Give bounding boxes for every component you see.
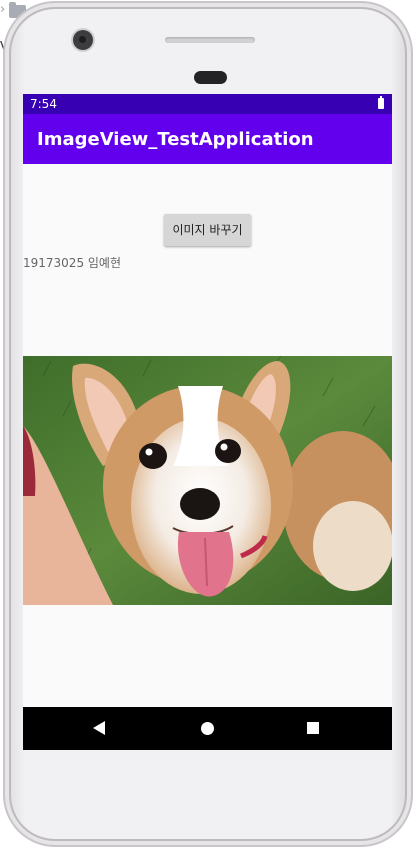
status-time: 7:54 <box>30 97 57 111</box>
device-screen: 7:54 ImageView_TestApplication 이미지 바꾸기 1… <box>23 94 392 750</box>
recents-icon[interactable] <box>307 722 319 734</box>
student-label: 19173025 임예현 <box>23 256 122 270</box>
front-camera <box>73 30 93 50</box>
home-icon[interactable] <box>201 722 214 735</box>
proximity-sensor <box>194 71 227 84</box>
change-image-button[interactable]: 이미지 바꾸기 <box>164 214 251 246</box>
battery-icon <box>378 96 384 109</box>
app-bar: ImageView_TestApplication <box>23 114 392 164</box>
chevron-right-icon: › <box>0 2 6 17</box>
back-icon[interactable] <box>93 721 105 735</box>
corgi-illustration <box>23 356 392 605</box>
status-bar: 7:54 <box>23 94 392 114</box>
earpiece-speaker <box>165 37 255 43</box>
navigation-bar <box>23 707 392 750</box>
button-row: 이미지 바꾸기 <box>23 214 392 246</box>
app-title: ImageView_TestApplication <box>37 129 314 150</box>
corgi-puppy-image <box>23 356 392 605</box>
